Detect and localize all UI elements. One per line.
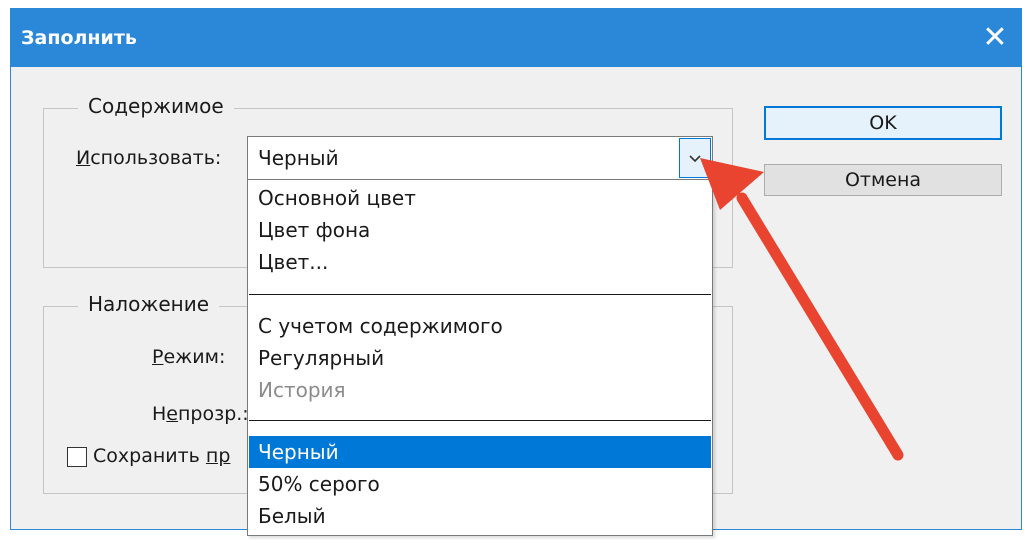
title-bar: Заполнить ✕ [11,9,1021,67]
option-background-color[interactable]: Цвет фона [249,214,711,246]
option-content-aware[interactable]: С учетом содержимого [249,310,711,342]
use-dropdown-list: Основной цвет Цвет фона Цвет... С учетом… [247,180,713,536]
opacity-label: Непрозр.: [152,403,249,425]
dialog-title: Заполнить [21,27,137,49]
chevron-down-icon[interactable] [679,138,711,178]
close-icon[interactable]: ✕ [973,15,1017,59]
option-white[interactable]: Белый [249,500,711,532]
preserve-transparency-checkbox[interactable] [67,447,87,467]
use-select-value: Черный [258,146,339,170]
blending-group-legend: Наложение [78,292,220,316]
ok-button[interactable]: OK [764,106,1002,140]
option-pattern[interactable]: Регулярный [249,342,711,374]
option-color[interactable]: Цвет... [249,246,711,278]
cancel-button[interactable]: Отмена [764,164,1002,196]
option-history: История [258,378,346,402]
dropdown-separator [249,420,711,421]
option-black[interactable]: Черный [249,436,711,468]
use-label: Использовать: [76,147,222,169]
content-group-legend: Содержимое [78,94,234,118]
option-foreground-color[interactable]: Основной цвет [249,182,711,214]
preserve-transparency-label: Сохранить пр [93,445,231,467]
mode-label: Режим: [152,346,226,368]
dropdown-separator [249,294,711,295]
use-select[interactable]: Черный [247,136,713,180]
option-50-gray[interactable]: 50% серого [249,468,711,500]
